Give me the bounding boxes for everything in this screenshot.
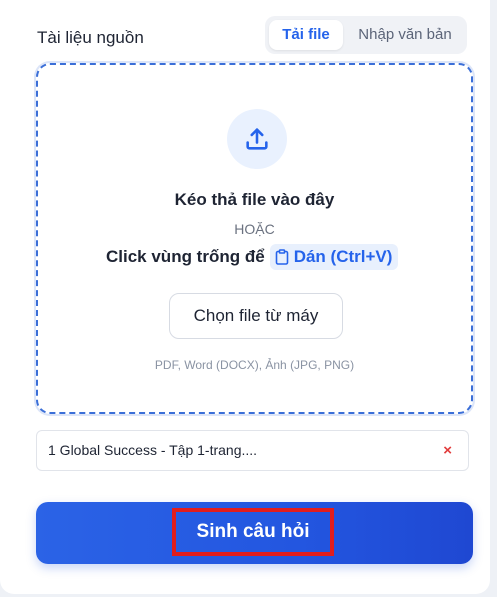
clipboard-icon <box>275 249 288 265</box>
generate-questions-label[interactable]: Sinh câu hỏi <box>172 508 334 556</box>
file-dropzone[interactable]: Kéo thả file vào đây HOẶC Click vùng trố… <box>36 63 473 414</box>
paste-instruction: Click vùng trống để Dán (Ctrl+V) <box>106 244 399 270</box>
tab-enter-text[interactable]: Nhập văn bản <box>347 20 463 50</box>
paste-instruction-text: Click vùng trống để <box>106 247 265 266</box>
section-title: Tài liệu nguồn <box>37 28 144 47</box>
upload-icon <box>227 109 287 169</box>
paste-label: Dán (Ctrl+V) <box>293 247 393 266</box>
dropzone-title: Kéo thả file vào đây <box>174 190 335 209</box>
source-panel: Tài liệu nguồn Tải file Nhập văn bản Kéo… <box>0 0 490 594</box>
tab-upload-file[interactable]: Tải file <box>269 20 343 50</box>
selected-file-item: 1 Global Success - Tập 1-trang.... × <box>36 430 469 471</box>
supported-formats: PDF, Word (DOCX), Ảnh (JPG, PNG) <box>154 358 355 372</box>
choose-file-button[interactable]: Chọn file từ máy <box>169 293 343 339</box>
paste-button[interactable]: Dán (Ctrl+V) <box>269 244 399 270</box>
source-tabs: Tải file Nhập văn bản <box>265 16 467 54</box>
file-name: 1 Global Success - Tập 1-trang.... <box>48 442 258 458</box>
remove-file-button[interactable]: × <box>443 431 452 470</box>
or-divider-text: HOẶC <box>234 221 275 237</box>
